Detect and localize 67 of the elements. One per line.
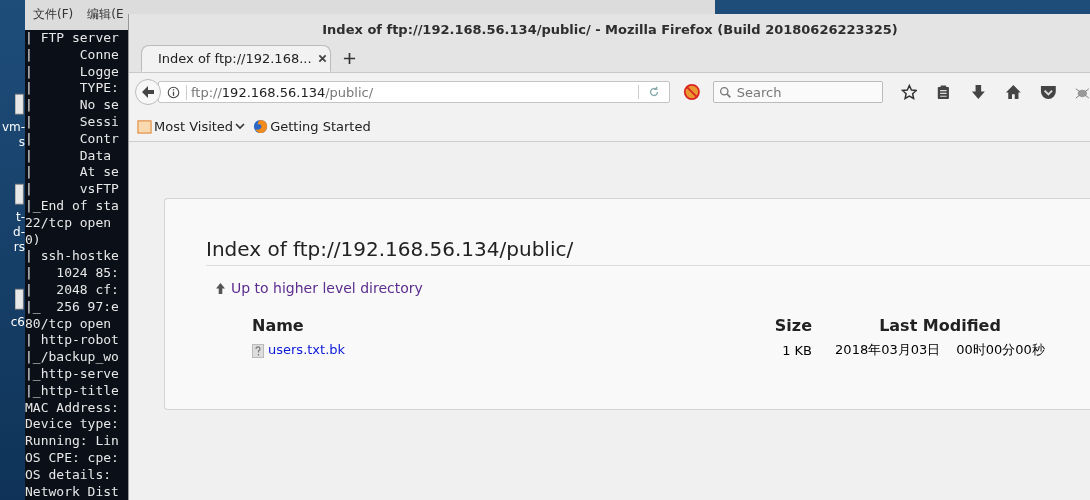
unknown-file-icon — [252, 343, 264, 358]
blocked-icon[interactable] — [683, 83, 701, 101]
terminal-line: | ssh-hostke — [25, 248, 119, 266]
file-link[interactable]: users.txt.bk — [268, 342, 346, 358]
terminal-line: OS details: — [25, 466, 113, 484]
terminal-line: 0) — [25, 231, 41, 247]
icon-label: rs — [13, 240, 25, 255]
close-icon[interactable] — [317, 54, 327, 63]
terminal-line: | http-robot — [25, 332, 119, 350]
icon-label: s — [18, 135, 25, 150]
file-time: 00时00分00秒 — [956, 342, 1045, 357]
icon-label: c6 — [10, 315, 25, 330]
terminal-line: |_http-serve — [25, 365, 119, 383]
terminal-line: |_/backup_wo — [25, 349, 119, 366]
terminal-line: 22/tcp open — [25, 214, 113, 230]
download-icon[interactable] — [970, 83, 987, 101]
back-button[interactable] — [135, 79, 161, 105]
terminal-line: |_End of sta — [25, 197, 119, 215]
terminal-line: | Sessi — [25, 114, 119, 131]
menu-item[interactable]: 编辑(E — [87, 6, 124, 30]
terminal-line: Running: Lin — [25, 433, 119, 450]
terminal-line: | Conne — [25, 46, 119, 64]
terminal-line: | TYPE: — [25, 80, 119, 98]
terminal-line: | vsFTP — [25, 181, 119, 198]
terminal-line: | 1024 85: — [25, 265, 119, 282]
globe-icon — [253, 118, 269, 134]
terminal-line: | FTP server — [25, 30, 119, 47]
terminal-line: OS CPE: cpe: — [25, 449, 119, 467]
plus-icon[interactable] — [343, 52, 356, 65]
window-title: Index of ftp://192.168.56.134/public/ - Mozilla Firefox (Build 20180626223325) — [322, 22, 898, 37]
column-header: Last Modified — [879, 316, 1001, 335]
file-size: 1 KB — [782, 342, 812, 358]
column-header: Name — [252, 316, 304, 335]
up-arrow-icon — [216, 282, 225, 294]
terminal-line: | At se — [25, 164, 119, 182]
info-icon[interactable] — [167, 85, 180, 99]
browser-tab[interactable]: Index of ftp://192.168... — [141, 45, 331, 72]
icon-label: vm- — [1, 120, 25, 135]
terminal-line: | No se — [25, 97, 119, 114]
parent-directory-link[interactable]: Up to higher level directory — [231, 280, 423, 296]
bookmark-item[interactable]: Most Visited — [137, 118, 246, 134]
terminal-line: |_http-title — [25, 382, 119, 400]
terminal-line: 80/tcp open — [25, 315, 113, 333]
icon-label: d- — [13, 225, 25, 239]
address-field[interactable]: ftp://192.168.56.134/public/ — [158, 81, 670, 103]
column-header: Size — [774, 316, 812, 335]
icon-label: t- — [15, 210, 25, 224]
terminal-line: | Logge — [25, 63, 119, 81]
folder-icon — [137, 118, 152, 134]
star-icon[interactable] — [900, 83, 918, 101]
page-heading: Index of ftp://192.168.56.134/public/ — [206, 237, 1090, 266]
chevron-icon — [235, 121, 246, 131]
terminal-line: Device type: — [25, 416, 119, 434]
menu-item[interactable]: 文件(F) — [33, 6, 74, 30]
file-date: 2018年03月03日 — [835, 342, 941, 357]
terminal-line: | 2048 cf: — [25, 281, 119, 299]
search-icon — [718, 86, 732, 99]
home-icon[interactable] — [1004, 83, 1022, 101]
search-field[interactable]: Search — [712, 81, 883, 103]
terminal-line: MAC Address: — [25, 399, 119, 417]
terminal-line: | Contr — [25, 130, 119, 148]
terminal-line: | Data — [25, 147, 113, 165]
terminal-line: Network Dist — [25, 483, 119, 500]
pocket-icon[interactable] — [1039, 83, 1057, 101]
bookmark-item[interactable]: Getting Started — [253, 118, 371, 134]
terminal-line: |_ 256 97:e — [25, 298, 119, 316]
back-arrow-icon — [140, 84, 156, 100]
